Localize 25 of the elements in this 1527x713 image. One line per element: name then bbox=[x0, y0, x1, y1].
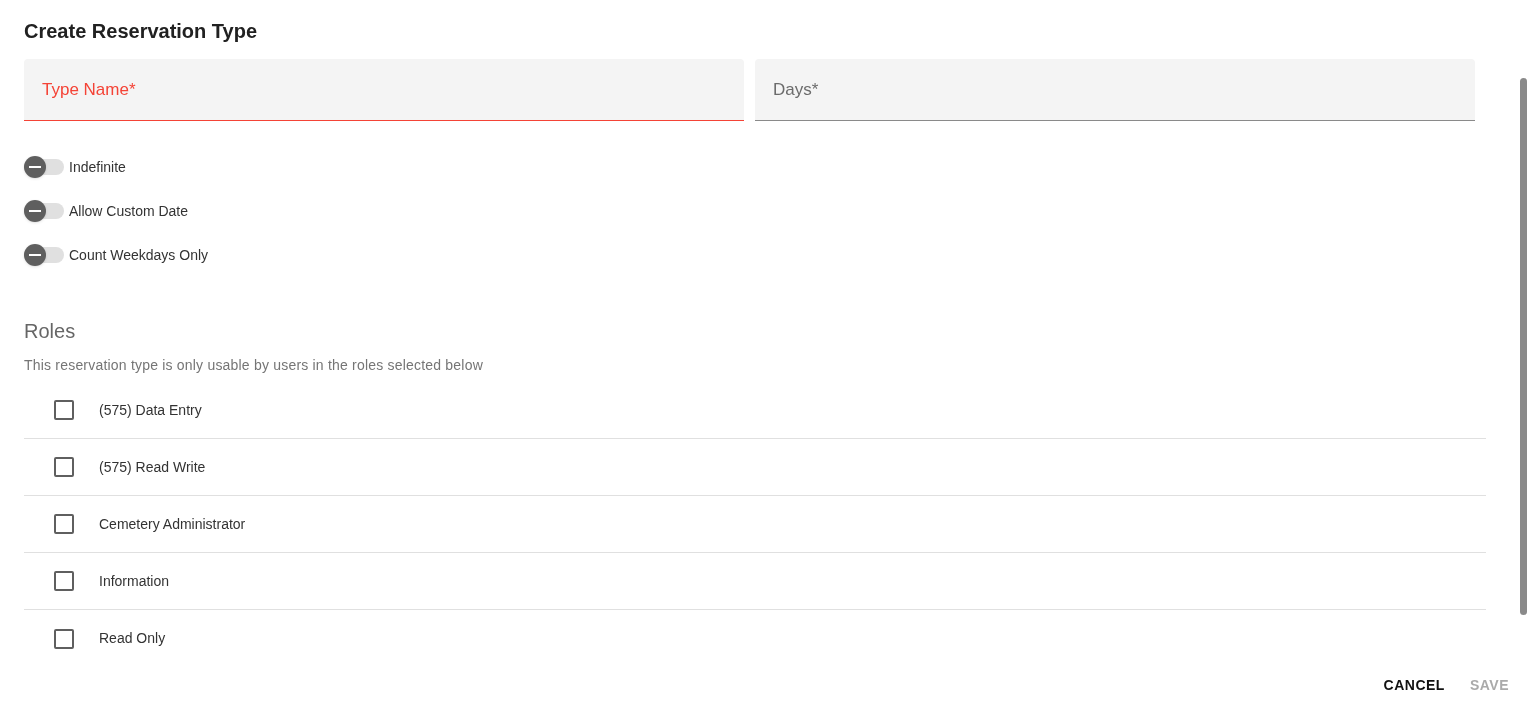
role-label: (575) Data Entry bbox=[99, 400, 202, 420]
checkbox[interactable] bbox=[54, 400, 74, 420]
role-label: Read Only bbox=[99, 629, 166, 648]
role-label: (575) Read Write bbox=[99, 457, 206, 477]
field-label: Type Name* bbox=[42, 78, 136, 101]
dialog-title: Create Reservation Type bbox=[24, 19, 258, 44]
field-label: Days* bbox=[773, 78, 819, 101]
toggle-switch[interactable] bbox=[24, 159, 64, 175]
dialog-button[interactable]: CANCEL bbox=[1383, 675, 1445, 696]
section-description: This reservation type is only usable by users in the roles selected below bbox=[24, 356, 483, 375]
checkbox[interactable] bbox=[54, 628, 74, 649]
section-heading: Roles bbox=[24, 319, 76, 344]
scrollbar[interactable] bbox=[1520, 78, 1527, 615]
toggle-switch[interactable] bbox=[24, 203, 64, 219]
checkbox[interactable] bbox=[54, 571, 74, 591]
text-field[interactable]: Type Name* bbox=[24, 59, 744, 121]
checkbox[interactable] bbox=[54, 457, 74, 477]
role-label: Information bbox=[99, 571, 170, 591]
toggle-label: Count Weekdays Only bbox=[69, 245, 209, 265]
toggle-label: Indefinite bbox=[69, 157, 126, 177]
toggle-label: Allow Custom Date bbox=[69, 201, 189, 221]
text-field[interactable]: Days* bbox=[755, 59, 1475, 121]
toggle-switch[interactable] bbox=[24, 247, 64, 263]
checkbox[interactable] bbox=[54, 514, 74, 534]
role-label: Cemetery Administrator bbox=[99, 514, 246, 534]
